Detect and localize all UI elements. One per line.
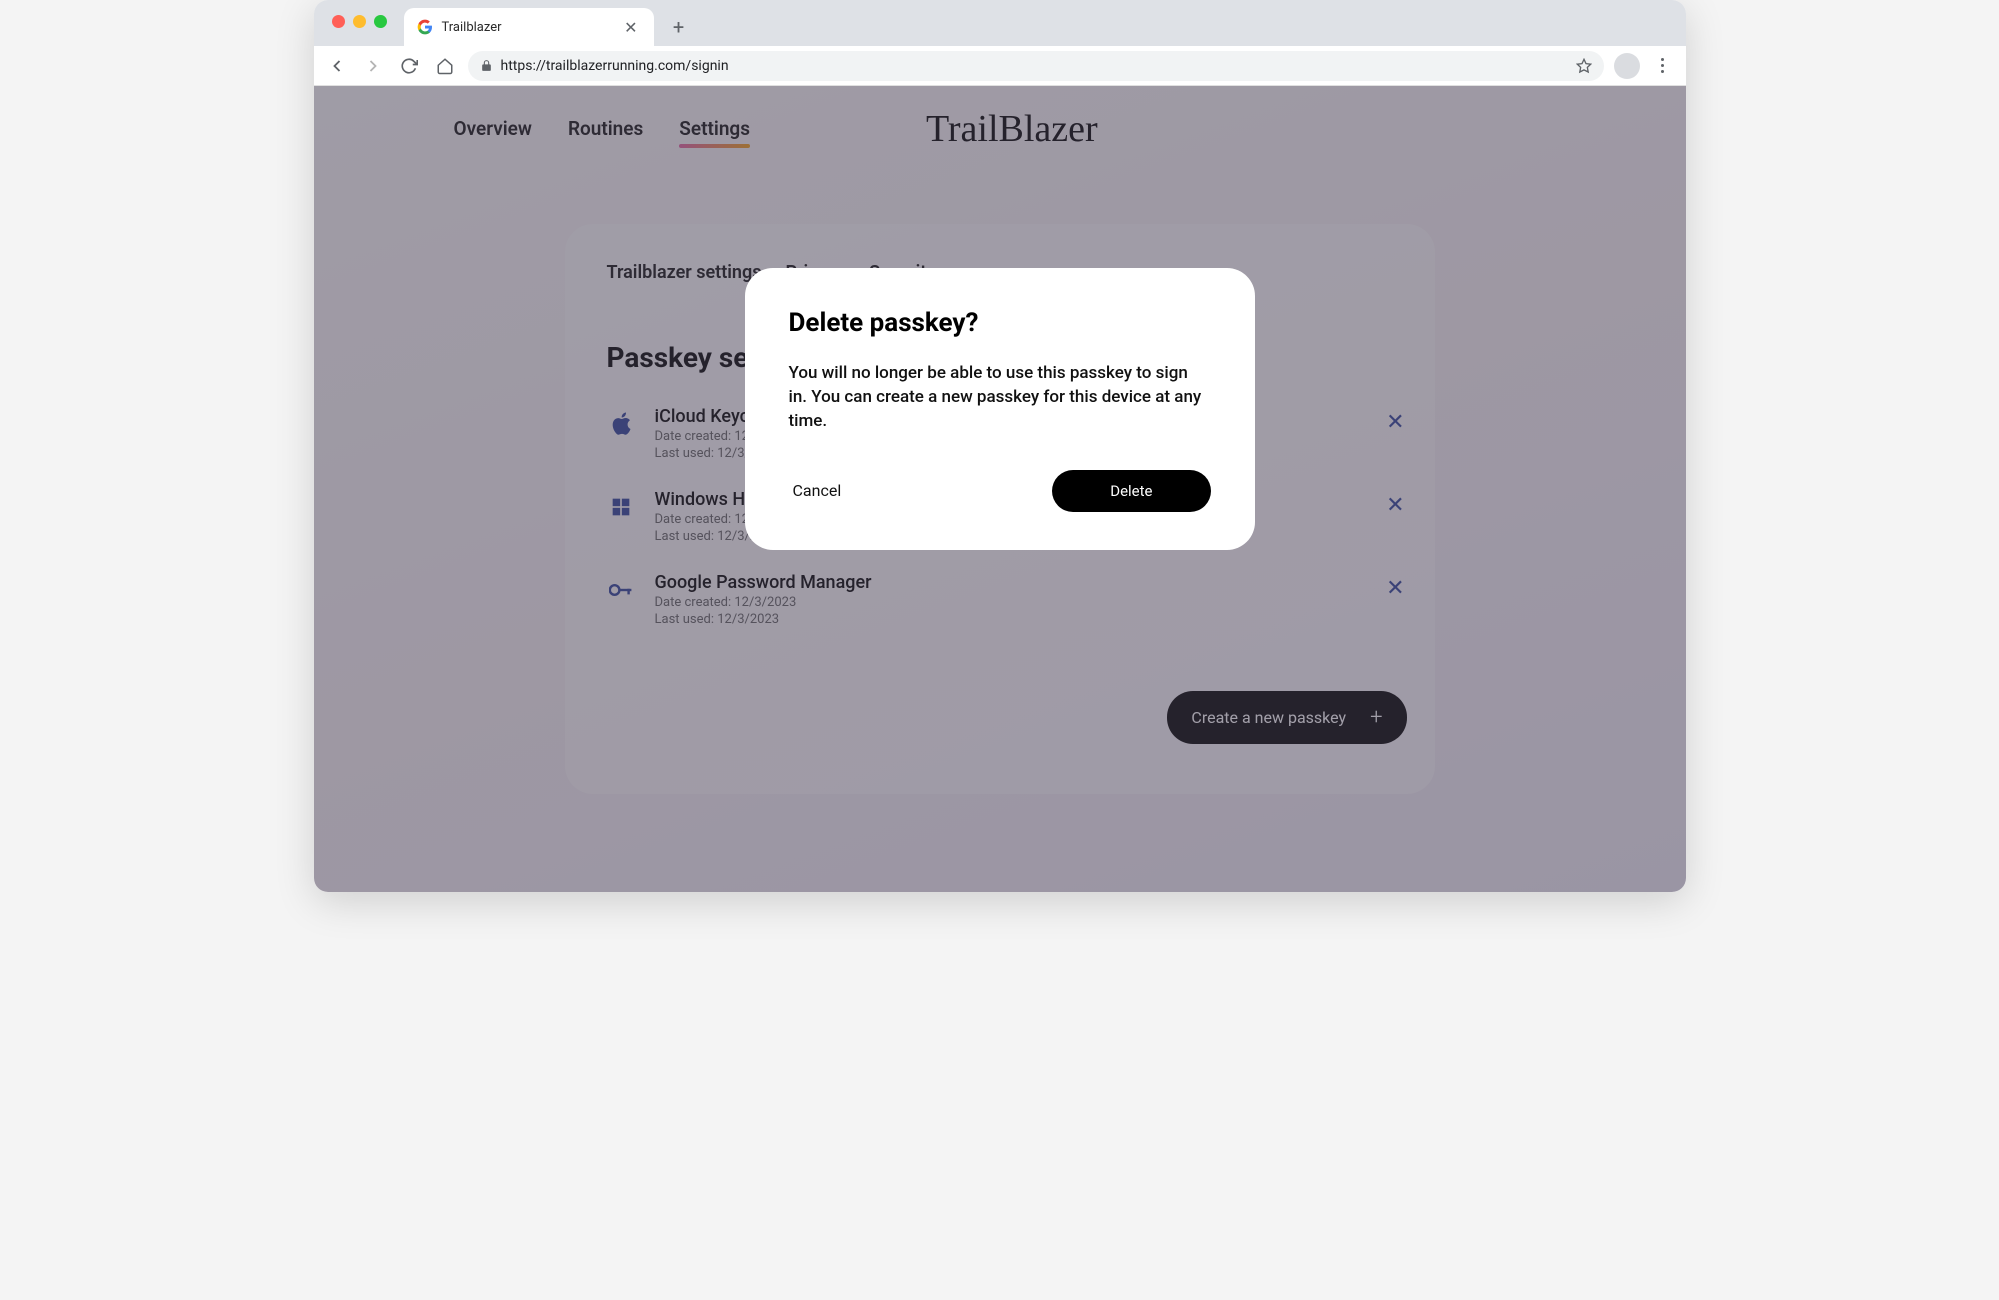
reload-button[interactable] [396, 53, 422, 79]
window-close-button[interactable] [332, 15, 345, 28]
browser-tab[interactable]: Trailblazer ✕ [404, 8, 654, 46]
profile-avatar[interactable] [1614, 53, 1640, 79]
page-content: Overview Routines Settings TrailBlazer T… [314, 86, 1686, 892]
bookmark-star-icon[interactable] [1576, 58, 1592, 74]
browser-window: Trailblazer ✕ + https://trailblazerrunni… [314, 0, 1686, 892]
tab-title: Trailblazer [442, 20, 613, 35]
modal-overlay[interactable]: Delete passkey? You will no longer be ab… [314, 86, 1686, 892]
back-button[interactable] [324, 53, 350, 79]
delete-passkey-modal: Delete passkey? You will no longer be ab… [745, 268, 1255, 549]
cancel-button[interactable]: Cancel [789, 473, 846, 508]
window-maximize-button[interactable] [374, 15, 387, 28]
address-bar[interactable]: https://trailblazerrunning.com/signin [468, 51, 1604, 81]
lock-icon [480, 59, 493, 72]
window-controls [332, 15, 387, 28]
modal-body: You will no longer be able to use this p… [789, 362, 1211, 433]
modal-actions: Cancel Delete [789, 470, 1211, 512]
delete-button[interactable]: Delete [1052, 470, 1210, 512]
modal-title: Delete passkey? [789, 308, 1211, 338]
url-text: https://trailblazerrunning.com/signin [501, 58, 1568, 74]
home-button[interactable] [432, 53, 458, 79]
browser-toolbar: https://trailblazerrunning.com/signin [314, 46, 1686, 86]
google-favicon-icon [416, 18, 434, 36]
tab-strip: Trailblazer ✕ + [314, 0, 1686, 46]
forward-button[interactable] [360, 53, 386, 79]
browser-menu-button[interactable] [1650, 53, 1676, 79]
new-tab-button[interactable]: + [664, 12, 694, 42]
window-minimize-button[interactable] [353, 15, 366, 28]
tab-close-icon[interactable]: ✕ [620, 16, 641, 39]
